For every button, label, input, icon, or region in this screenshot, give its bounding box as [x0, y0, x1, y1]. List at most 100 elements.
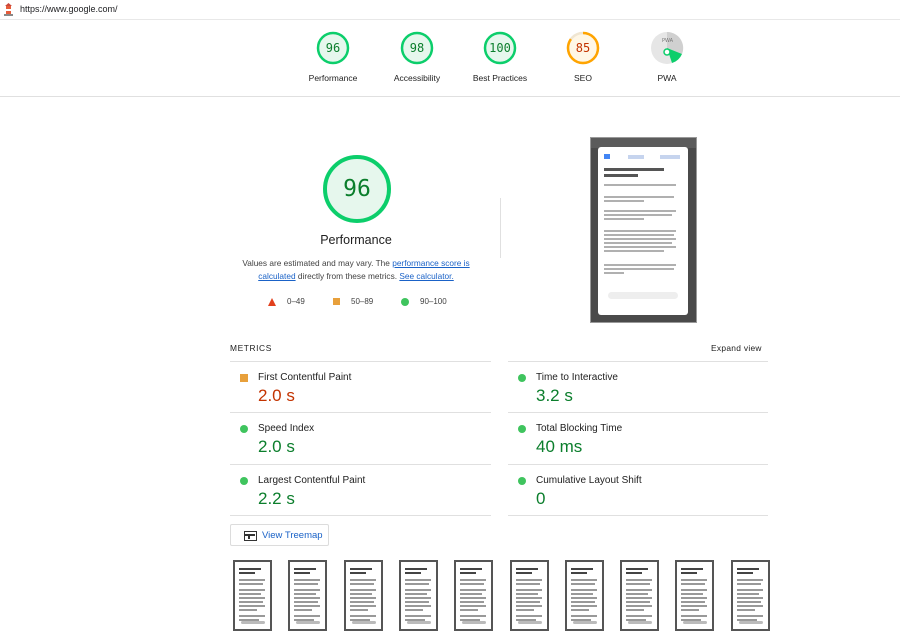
score-accessibility[interactable]: 98 Accessibility [377, 31, 457, 83]
frame-text-line [404, 583, 429, 585]
legend-pass-range: 90–100 [420, 297, 447, 306]
thumb-line [604, 272, 624, 274]
metric-name: Time to Interactive [536, 372, 618, 383]
frame-text-line [294, 605, 321, 607]
frame-text-line [404, 605, 431, 607]
filmstrip-frame [454, 560, 494, 631]
expand-view-toggle[interactable]: Expand view [711, 343, 762, 353]
frame-text-line [681, 568, 704, 570]
frame-text-line [460, 609, 479, 611]
metric-value: 0 [536, 489, 546, 508]
frame-button [296, 621, 321, 624]
frame-text-line [626, 583, 651, 585]
score-pwa[interactable]: PWA PWA [627, 31, 707, 83]
frame-text-line [570, 589, 597, 591]
metric-name: Total Blocking Time [536, 423, 623, 434]
desc-text-2: directly from these metrics. [295, 270, 400, 281]
best-practices-label: Best Practices [472, 73, 528, 83]
seo-gauge: 85 [566, 31, 600, 65]
frame-text-line [736, 605, 763, 607]
accessibility-gauge: 98 [400, 31, 434, 65]
thumb-line [604, 210, 676, 212]
frame-text-line [404, 615, 431, 617]
metric-cumulative-layout-shift: Cumulative Layout Shift 0 [508, 465, 768, 515]
final-screenshot[interactable] [590, 137, 697, 323]
page-url[interactable]: https://www.google.com/ [20, 4, 118, 14]
lighthouse-logo-icon [4, 3, 13, 16]
seo-label: SEO [574, 73, 592, 83]
thumb-line [604, 234, 674, 236]
frame-text-line [736, 593, 759, 595]
thumb-line [604, 268, 674, 270]
orange-square-icon [333, 298, 340, 305]
frame-text-line [515, 593, 538, 595]
frame-text-line [460, 615, 487, 617]
green-circle-icon [518, 425, 526, 433]
frame-text-line [349, 579, 376, 581]
frame-text-line [681, 593, 704, 595]
frame-text-line [626, 609, 645, 611]
thumb-line [604, 230, 676, 232]
score-header: 96 Performance 98 Accessibility 100 Best… [0, 20, 900, 97]
frame-text-line [681, 605, 708, 607]
green-circle-icon [401, 297, 409, 306]
divider [508, 515, 768, 516]
score-performance[interactable]: 96 Performance [293, 31, 373, 83]
frame-text-line [626, 601, 651, 603]
frame-text-line [736, 609, 755, 611]
thumb-line [604, 218, 644, 220]
frame-text-line [626, 597, 653, 599]
frame-text-line [239, 589, 265, 591]
frame-text-line [460, 593, 483, 595]
metric-first-contentful-paint: First Contentful Paint 2.0 s [230, 362, 490, 412]
thumb-line [604, 200, 644, 202]
green-circle-icon [518, 374, 526, 382]
frame-text-line [515, 568, 538, 570]
view-treemap-button[interactable]: View Treemap [230, 524, 329, 546]
frame-text-line [626, 615, 653, 617]
frame-button [572, 621, 597, 624]
filmstrip-frame [233, 560, 272, 631]
metric-value: 40 ms [536, 437, 583, 456]
frame-text-line [736, 615, 763, 617]
frame-text-line [515, 601, 540, 603]
frame-text-line [626, 579, 653, 581]
frame-text-line [460, 568, 483, 570]
green-circle-icon [240, 477, 248, 485]
thumb-line [604, 246, 676, 248]
frame-text-line [626, 593, 649, 595]
frame-text-line [681, 597, 708, 599]
green-circle-icon [518, 477, 526, 485]
see-calculator-link[interactable]: See calculator. [399, 271, 453, 281]
frame-text-line [404, 593, 427, 595]
frame-text-line [239, 605, 265, 607]
frame-text-line [349, 615, 376, 617]
frame-text-line [570, 579, 597, 581]
frame-text-line [736, 601, 761, 603]
frame-text-line [626, 589, 653, 591]
frame-text-line [349, 572, 366, 574]
score-best-practices[interactable]: 100 Best Practices [460, 31, 540, 83]
frame-button [628, 621, 653, 624]
frame-text-line [460, 583, 485, 585]
best-practices-score: 100 [489, 41, 511, 55]
frame-text-line [404, 609, 423, 611]
frame-text-line [515, 597, 542, 599]
metric-largest-contentful-paint: Largest Contentful Paint 2.2 s [230, 465, 490, 515]
frame-text-line [349, 609, 368, 611]
metric-time-to-interactive: Time to Interactive 3.2 s [508, 362, 768, 412]
frame-text-line [681, 609, 700, 611]
frame-text-line [294, 593, 317, 595]
score-seo[interactable]: 85 SEO [543, 31, 623, 83]
frame-text-line [570, 593, 593, 595]
frame-text-line [570, 601, 595, 603]
filmstrip-frame [675, 560, 715, 631]
frame-text-line [626, 572, 643, 574]
metric-name: Cumulative Layout Shift [536, 475, 642, 486]
frame-text-line [239, 597, 265, 599]
frame-text-line [239, 601, 263, 603]
frame-text-line [570, 583, 595, 585]
frame-text-line [460, 601, 485, 603]
frame-text-line [239, 579, 265, 581]
frame-text-line [294, 568, 317, 570]
